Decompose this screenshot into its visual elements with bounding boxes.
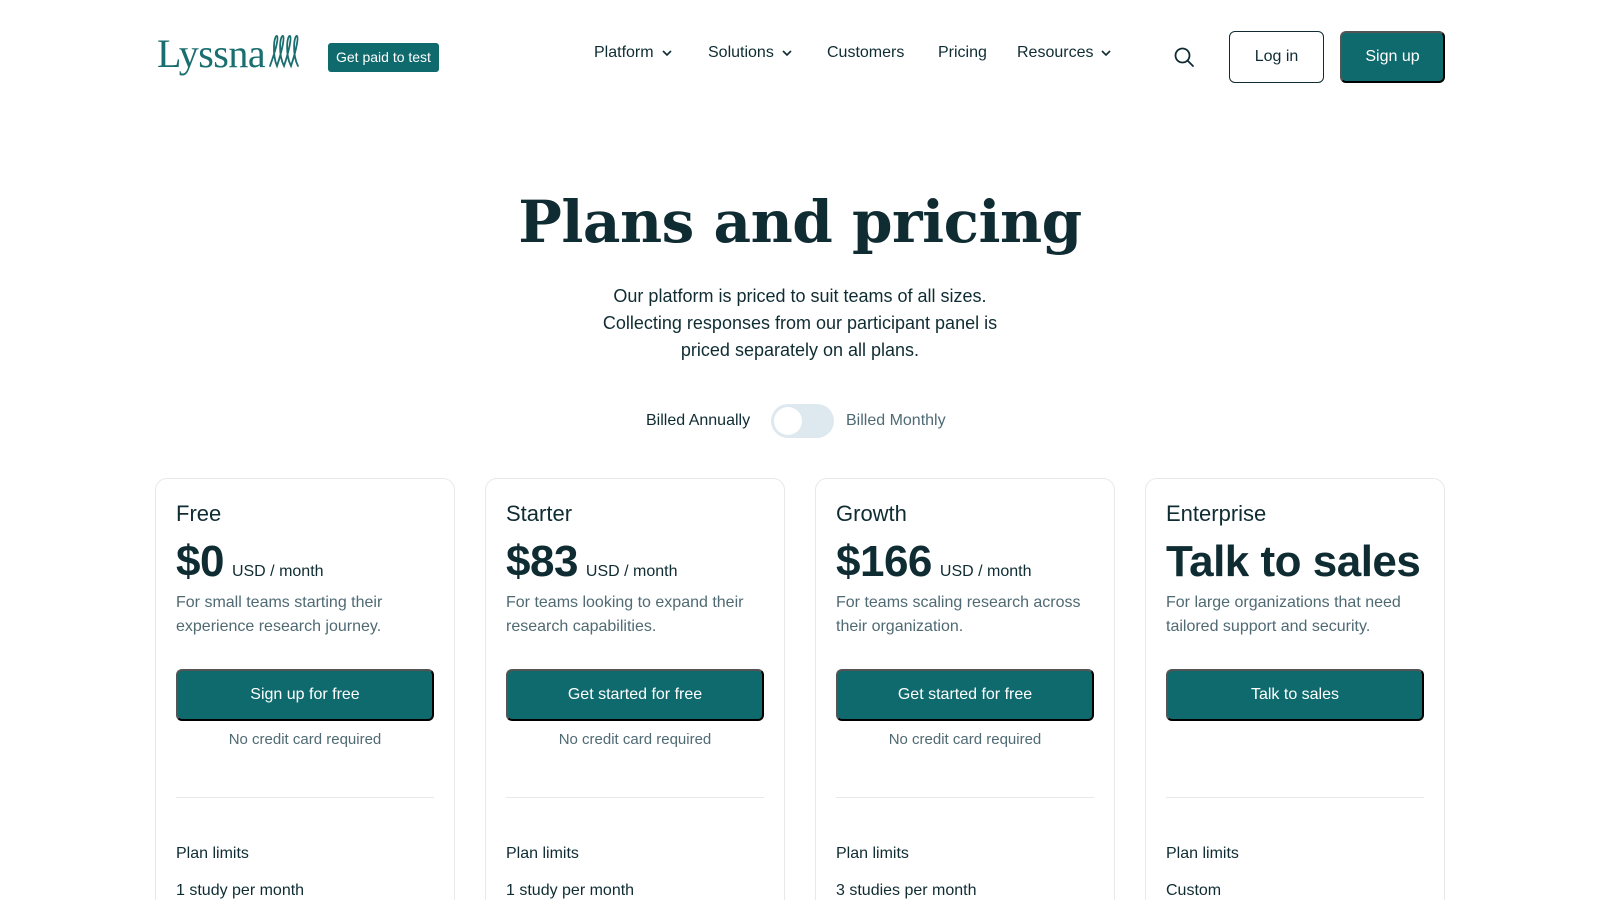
plan-description: For teams scaling research across their … xyxy=(836,594,1081,635)
price-unit: USD / month xyxy=(231,563,324,580)
nav-label: Platform xyxy=(594,44,654,61)
billing-period-switch: Billed Annually Billed Monthly xyxy=(0,404,1600,438)
nav-label: Resources xyxy=(1017,44,1094,61)
plan-price: $83 USD / month xyxy=(506,537,678,587)
divider xyxy=(1166,797,1424,798)
nav-item-customers[interactable]: Customers xyxy=(827,44,904,62)
plan-limit-item: Custom xyxy=(1166,882,1222,899)
price-unit: USD / month xyxy=(939,563,1032,580)
plan-name: Enterprise xyxy=(1166,501,1267,526)
billed-monthly-label[interactable]: Billed Monthly xyxy=(846,412,946,430)
nav-item-solutions[interactable]: Solutions xyxy=(708,44,792,62)
plan-description: For large organizations that need tailor… xyxy=(1166,594,1401,635)
plan-limit-item: 1 study per month xyxy=(176,882,305,899)
plan-limits-heading: Plan limits xyxy=(176,845,249,862)
login-button[interactable]: Log in xyxy=(1229,31,1324,83)
plan-price: $166 USD / month xyxy=(836,537,1031,587)
plan-name: Growth xyxy=(836,501,907,526)
divider xyxy=(836,797,1094,798)
plan-description: For teams looking to expand their resear… xyxy=(506,594,744,635)
plan-card-enterprise: Enterprise Talk to sales For large organ… xyxy=(1145,478,1445,900)
plan-limits-heading: Plan limits xyxy=(836,845,909,862)
chevron-down-icon xyxy=(782,50,792,57)
sign-up-free-button[interactable]: Sign up for free xyxy=(176,669,434,721)
logo-wordmark: Lyssna xyxy=(157,31,266,76)
plan-limits-heading: Plan limits xyxy=(506,845,579,862)
nav-item-resources[interactable]: Resources xyxy=(1017,44,1112,62)
signup-button[interactable]: Sign up xyxy=(1340,31,1445,83)
plan-price: $0 USD / month xyxy=(176,537,324,587)
price-amount: $0 xyxy=(176,537,224,586)
no-credit-card-note: No credit card required xyxy=(228,731,382,748)
chevron-down-icon xyxy=(662,50,672,57)
page-title: Plans and pricing xyxy=(518,188,1082,256)
nav-item-platform[interactable]: Platform xyxy=(594,44,672,62)
plan-card-free: Free $0 USD / month For small teams star… xyxy=(155,478,455,900)
billed-annually-label[interactable]: Billed Annually xyxy=(646,412,750,430)
plan-card-growth: Growth $166 USD / month For teams scalin… xyxy=(815,478,1115,900)
page-subtitle: Our platform is priced to suit teams of … xyxy=(602,286,998,360)
wave-loops-icon xyxy=(269,35,300,69)
talk-to-sales-button[interactable]: Talk to sales xyxy=(1166,669,1424,721)
get-paid-to-test-badge[interactable]: Get paid to test xyxy=(328,43,439,72)
plan-name: Starter xyxy=(506,501,573,526)
nav-label: Pricing xyxy=(938,44,987,61)
site-header: Lyssna Get paid to test Platform Solutio… xyxy=(0,0,1600,112)
plan-price: Talk to sales xyxy=(1166,537,1421,587)
plan-card-starter: Starter $83 USD / month For teams lookin… xyxy=(485,478,785,900)
billing-toggle[interactable] xyxy=(771,404,834,438)
nav-label: Customers xyxy=(827,44,905,61)
nav-item-pricing[interactable]: Pricing xyxy=(938,44,987,62)
get-started-starter-button[interactable]: Get started for free xyxy=(506,669,764,721)
plan-name: Free xyxy=(176,501,222,526)
no-credit-card-note: No credit card required xyxy=(558,731,712,748)
nav-label: Solutions xyxy=(708,44,774,61)
plan-limits-heading: Plan limits xyxy=(1166,845,1239,862)
price-unit: USD / month xyxy=(585,563,678,580)
lyssna-logo[interactable]: Lyssna xyxy=(157,34,307,74)
price-amount: $166 xyxy=(836,537,932,586)
no-credit-card-note: No credit card required xyxy=(888,731,1042,748)
plan-limit-item: 3 studies per month xyxy=(836,882,977,899)
price-amount: $83 xyxy=(506,537,578,586)
price-amount: Talk to sales xyxy=(1166,537,1421,586)
toggle-knob xyxy=(774,407,802,435)
chevron-down-icon xyxy=(1101,50,1112,57)
get-started-growth-button[interactable]: Get started for free xyxy=(836,669,1094,721)
divider xyxy=(506,797,764,798)
divider xyxy=(176,797,434,798)
plan-limit-item: 1 study per month xyxy=(506,882,635,899)
search-icon[interactable] xyxy=(1172,45,1196,69)
plan-description: For small teams starting their experienc… xyxy=(176,594,383,635)
